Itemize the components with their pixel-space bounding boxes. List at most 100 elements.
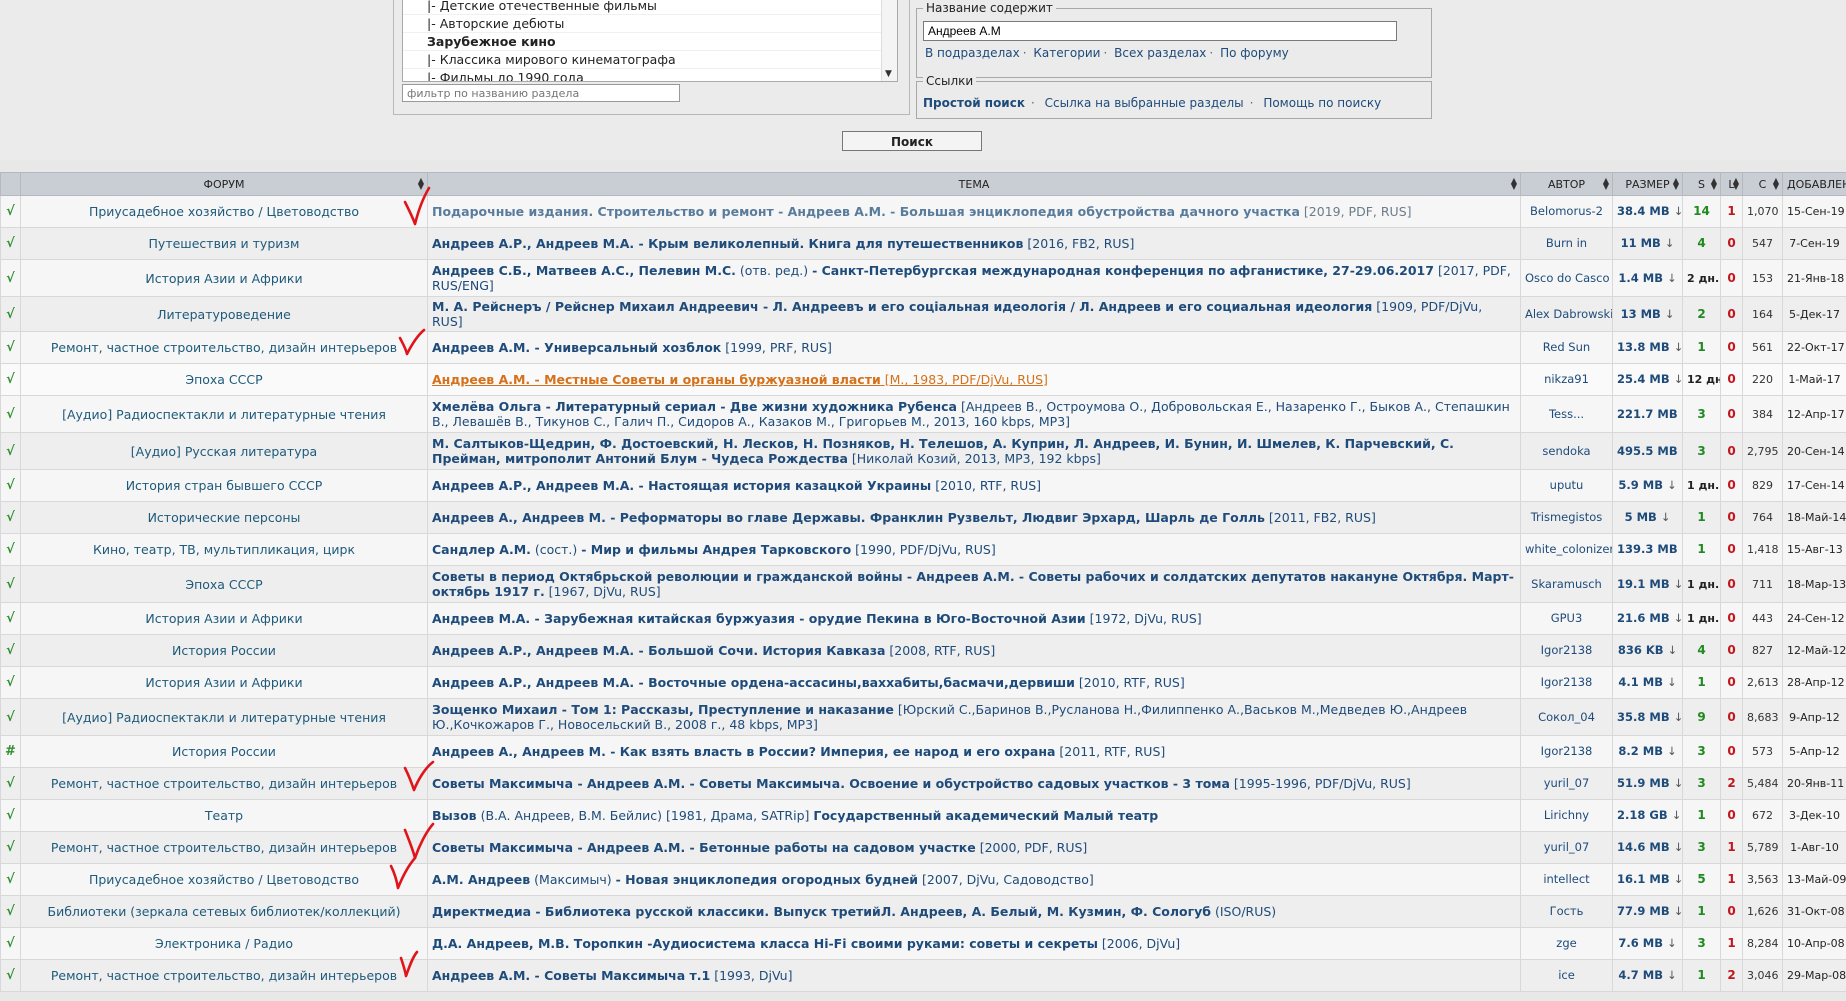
scope-link-by-forum[interactable]: По форуму <box>1220 46 1289 60</box>
download-arrow-icon[interactable]: ↓ <box>1661 510 1671 524</box>
topic-link[interactable]: Зощенко Михаил - Том 1: Рассказы, Престу… <box>427 698 1521 736</box>
table-row[interactable]: # История России Андреев А., Андреев М. - … <box>0 735 1846 768</box>
table-row[interactable]: √ Электроника / Радио Д.А. Андреев, М.В. Т… <box>0 927 1846 960</box>
table-row[interactable]: √ Библиотеки (зеркала сетевых библиотек/к… <box>0 895 1846 928</box>
download-arrow-icon[interactable]: ↓ <box>1674 577 1682 591</box>
size-download-link[interactable]: 4.1 MB ↓ <box>1612 666 1683 699</box>
forum-option[interactable]: Зарубежное кино <box>403 33 897 51</box>
author-link[interactable]: Igor2138 <box>1520 634 1613 667</box>
topic-link[interactable]: М. Салтыков-Щедрин, Ф. Достоевский, Н. Л… <box>427 432 1521 470</box>
forum-link[interactable]: Эпоха СССР <box>20 565 428 603</box>
size-download-link[interactable]: 13 MB ↓ <box>1612 296 1683 332</box>
forum-link[interactable]: Приусадебное хозяйство / Цветоводство <box>20 863 428 896</box>
forum-link[interactable]: Исторические персоны <box>20 501 428 534</box>
download-arrow-icon[interactable]: ↓ <box>1674 372 1682 386</box>
size-download-link[interactable]: 38.4 MB ↓ <box>1612 195 1683 228</box>
table-row[interactable]: √ Ремонт, частное строительство, дизайн и… <box>0 959 1846 992</box>
download-arrow-icon[interactable]: ↓ <box>1667 936 1677 950</box>
download-arrow-icon[interactable]: ↓ <box>1667 968 1677 982</box>
download-arrow-icon[interactable]: ↓ <box>1665 236 1675 250</box>
table-row[interactable]: √ Театр Вызов (В.А. Андреев, В.М. Бейлис) … <box>0 799 1846 832</box>
author-link[interactable]: ice <box>1520 959 1613 992</box>
author-link[interactable]: Lirichny <box>1520 799 1613 832</box>
author-link[interactable]: intellect <box>1520 863 1613 896</box>
author-link[interactable]: GPU3 <box>1520 602 1613 635</box>
author-link[interactable]: Tess... <box>1520 395 1613 433</box>
forum-link[interactable]: История России <box>20 735 428 768</box>
sort-icon[interactable]: ▲ ▼ <box>1773 177 1779 191</box>
forum-link[interactable]: Путешествия и туризм <box>20 227 428 260</box>
topic-link[interactable]: Андреев А.М. - Местные Советы и органы б… <box>427 363 1521 396</box>
table-row[interactable]: √ [Аудио] Русская литература М. Салтыков-Щ… <box>0 432 1846 470</box>
scope-link-categories[interactable]: Категории <box>1033 46 1100 60</box>
forum-link[interactable]: История Азии и Африки <box>20 259 428 297</box>
search-button[interactable]: Поиск <box>842 131 982 151</box>
topic-link[interactable]: Андреев А.Р., Андреев М.А. - Восточные о… <box>427 666 1521 699</box>
author-link[interactable]: nikza91 <box>1520 363 1613 396</box>
topic-link[interactable]: Андреев М.А. - Зарубежная китайская бурж… <box>427 602 1521 635</box>
author-link[interactable]: Burn in <box>1520 227 1613 260</box>
download-arrow-icon[interactable]: ↓ <box>1674 840 1682 854</box>
sort-icon[interactable]: ▲ ▼ <box>418 177 424 191</box>
topic-link[interactable]: Хмелёва Ольга - Литературный сериал - Дв… <box>427 395 1521 433</box>
download-arrow-icon[interactable]: ↓ <box>1672 808 1682 822</box>
size-download-link[interactable]: 14.6 MB ↓ <box>1612 831 1683 864</box>
topic-link[interactable]: Подарочные издания. Строительство и ремо… <box>427 195 1521 228</box>
col-size[interactable]: РАЗМЕР ▲ ▼ <box>1612 172 1683 196</box>
select-scrollbar[interactable]: ▼ <box>881 0 897 81</box>
table-row[interactable]: √ Путешествия и туризм Андреев А.Р., Андре… <box>0 227 1846 260</box>
simple-search-link[interactable]: Простой поиск <box>923 96 1025 110</box>
size-download-link[interactable]: 5.9 MB ↓ <box>1612 469 1683 502</box>
table-row[interactable]: √ Кино, театр, ТВ, мультипликация, цирк Са… <box>0 533 1846 566</box>
size-download-link[interactable]: 21.6 MB ↓ <box>1612 602 1683 635</box>
author-link[interactable]: yuril_07 <box>1520 767 1613 800</box>
author-link[interactable]: Trismegistos <box>1520 501 1613 534</box>
size-download-link[interactable]: 35.8 MB ↓ <box>1612 698 1683 736</box>
size-download-link[interactable]: 51.9 MB ↓ <box>1612 767 1683 800</box>
forum-link[interactable]: Театр <box>20 799 428 832</box>
table-row[interactable]: √ Ремонт, частное строительство, дизайн и… <box>0 831 1846 864</box>
size-download-link[interactable]: 5 MB ↓ <box>1612 501 1683 534</box>
author-link[interactable]: Alex Dabrowski <box>1520 296 1613 332</box>
selected-sections-link[interactable]: Ссылка на выбранные разделы <box>1045 96 1244 110</box>
forum-link[interactable]: Электроника / Радио <box>20 927 428 960</box>
sort-icon[interactable]: ▲ ▼ <box>1733 177 1739 191</box>
col-forum[interactable]: ФОРУМ ▲ ▼ <box>20 172 428 196</box>
col-seeders[interactable]: S ▲ ▼ <box>1682 172 1721 196</box>
topic-link[interactable]: Андреев А., Андреев М. - Реформаторы во … <box>427 501 1521 534</box>
topic-link[interactable]: Вызов (В.А. Андреев, В.М. Бейлис) [1981,… <box>427 799 1521 832</box>
topic-link[interactable]: Андреев А.Р., Андреев М.А. - Большой Соч… <box>427 634 1521 667</box>
table-row[interactable]: √ [Аудио] Радиоспектакли и литературные ч… <box>0 698 1846 736</box>
author-link[interactable]: Skaramusch <box>1520 565 1613 603</box>
download-arrow-icon[interactable]: ↓ <box>1674 340 1682 354</box>
col-topic[interactable]: ТЕМА ▲ ▼ <box>427 172 1521 196</box>
table-row[interactable]: √ [Аудио] Радиоспектакли и литературные ч… <box>0 395 1846 433</box>
size-download-link[interactable]: 19.1 MB ↓ <box>1612 565 1683 603</box>
col-author[interactable]: АВТОР ▲ ▼ <box>1520 172 1613 196</box>
size-download-link[interactable]: 495.5 MB ↓ <box>1612 432 1683 470</box>
table-row[interactable]: √ Приусадебное хозяйство / Цветоводство А.… <box>0 863 1846 896</box>
author-link[interactable]: Гость <box>1520 895 1613 928</box>
table-row[interactable]: √ Эпоха СССР Советы в период Октябрьской р… <box>0 565 1846 603</box>
download-arrow-icon[interactable]: ↓ <box>1674 872 1682 886</box>
topic-link[interactable]: Андреев А.Р., Андреев М.А. - Крым велико… <box>427 227 1521 260</box>
author-link[interactable]: Сокол_04 <box>1520 698 1613 736</box>
col-leechers[interactable]: L ▲ ▼ <box>1720 172 1743 196</box>
topic-link[interactable]: Андреев А.Р., Андреев М.А. - Настоящая и… <box>427 469 1521 502</box>
forum-select-list[interactable]: |- Детские отечественные фильмы |- Авторс… <box>402 0 898 82</box>
download-arrow-icon[interactable]: ↓ <box>1674 776 1682 790</box>
size-download-link[interactable]: 4.7 MB ↓ <box>1612 959 1683 992</box>
forum-option[interactable]: |- Фильмы до 1990 года <box>403 69 897 81</box>
topic-link[interactable]: Андреев А.М. - Универсальный хозблок [19… <box>427 331 1521 364</box>
forum-link[interactable]: Литературоведение <box>20 296 428 332</box>
forum-link[interactable]: Ремонт, частное строительство, дизайн ин… <box>20 767 428 800</box>
size-download-link[interactable]: 7.6 MB ↓ <box>1612 927 1683 960</box>
author-link[interactable]: white_colonizer <box>1520 533 1613 566</box>
forum-filter-input[interactable] <box>402 84 680 102</box>
sort-icon[interactable]: ▲ ▼ <box>1711 177 1717 191</box>
topic-link[interactable]: М. А. Рейснеръ / Рейснер Михаил Андрееви… <box>427 296 1521 332</box>
sort-icon[interactable]: ▲ ▼ <box>1603 177 1609 191</box>
forum-link[interactable]: История стран бывшего СССР <box>20 469 428 502</box>
author-link[interactable]: Osco do Casco <box>1520 259 1613 297</box>
table-row[interactable]: √ История Азии и Африки Андреев М.А. - Зар… <box>0 602 1846 635</box>
